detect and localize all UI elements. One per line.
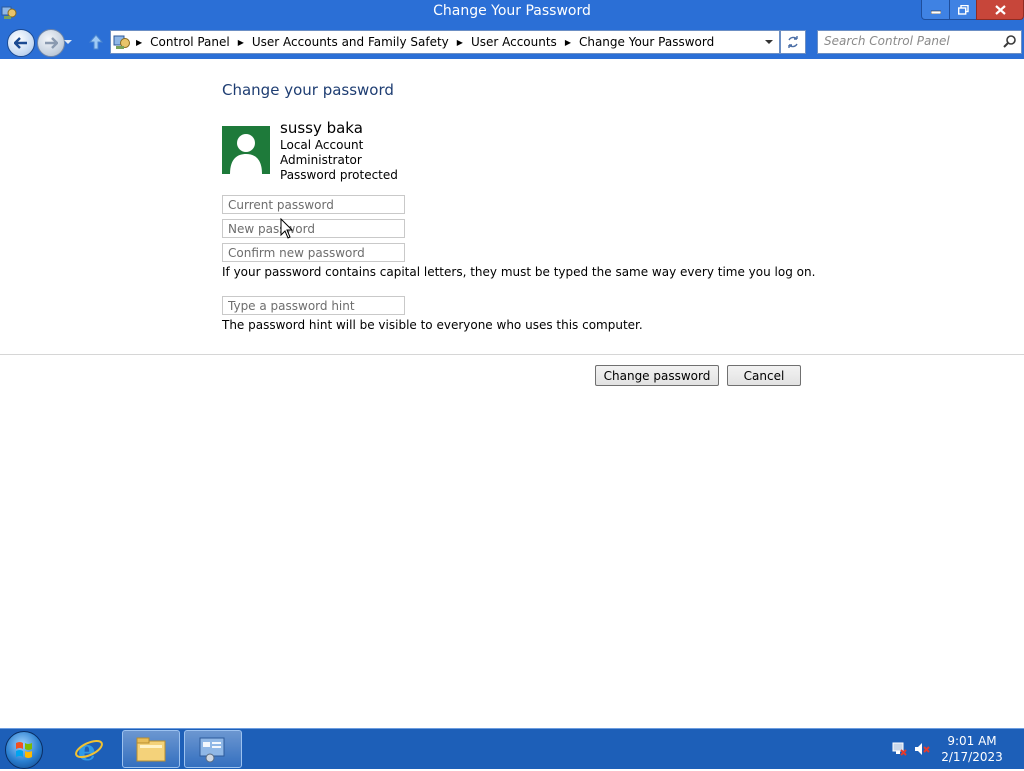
clock-time: 9:01 AM [947, 734, 997, 748]
window-title: Change Your Password [433, 3, 591, 19]
taskbar-clock[interactable]: 9:01 AM 2/17/2023 [940, 733, 1004, 765]
breadcrumb-user-accounts-family-safety[interactable]: User Accounts and Family Safety [252, 35, 449, 49]
search-icon[interactable] [1003, 34, 1017, 48]
windows-logo-icon [16, 742, 32, 758]
breadcrumb-arrow-icon[interactable]: ▶ [238, 38, 244, 47]
address-bar[interactable]: ▶ Control Panel ▶ User Accounts and Fami… [110, 30, 780, 54]
refresh-button[interactable] [780, 30, 806, 54]
forward-arrow-icon [45, 37, 58, 49]
internet-explorer-icon: e [75, 734, 103, 764]
navigation-bar: ▶ Control Panel ▶ User Accounts and Fami… [0, 25, 1024, 59]
confirm-password-field[interactable] [222, 243, 405, 262]
close-button[interactable] [976, 0, 1024, 20]
mouse-cursor-icon [280, 218, 294, 239]
minimize-button[interactable] [921, 0, 950, 20]
user-name: sussy baka [280, 119, 363, 137]
close-icon [994, 4, 1006, 15]
refresh-icon [788, 36, 798, 48]
start-button[interactable] [5, 731, 43, 769]
breadcrumb-arrow-icon[interactable]: ▶ [136, 38, 142, 47]
breadcrumb: ▶ Control Panel ▶ User Accounts and Fami… [136, 31, 722, 53]
address-dropdown-chevron-down-icon[interactable] [762, 35, 776, 49]
taskbar-control-panel[interactable] [184, 730, 242, 768]
restore-button[interactable] [949, 0, 977, 20]
clock-date: 2/17/2023 [941, 750, 1003, 764]
taskbar: e 9:01 AM 2/17/2023 [0, 728, 1024, 769]
back-arrow-icon [14, 37, 27, 49]
password-status: Password protected [280, 168, 398, 182]
breadcrumb-change-your-password[interactable]: Change Your Password [579, 35, 714, 49]
change-password-button[interactable]: Change password [595, 365, 719, 386]
page-title: Change your password [222, 81, 394, 99]
search-input[interactable] [824, 33, 994, 49]
control-panel-icon [199, 737, 225, 763]
breadcrumb-user-accounts[interactable]: User Accounts [471, 35, 557, 49]
recent-pages-chevron-down-icon[interactable] [63, 37, 73, 47]
taskbar-file-explorer[interactable] [122, 730, 180, 768]
password-hint-field[interactable] [222, 296, 405, 315]
breadcrumb-control-panel[interactable]: Control Panel [150, 35, 230, 49]
hint-visibility-note: The password hint will be visible to eve… [222, 318, 643, 332]
up-arrow-icon[interactable] [87, 33, 105, 51]
breadcrumb-arrow-icon[interactable]: ▶ [565, 38, 571, 47]
volume-muted-icon[interactable] [914, 741, 930, 757]
account-type: Local Account [280, 138, 364, 152]
file-explorer-icon [136, 737, 166, 762]
breadcrumb-arrow-icon[interactable]: ▶ [457, 38, 463, 47]
account-role: Administrator [280, 153, 362, 167]
network-icon[interactable] [891, 741, 907, 757]
current-password-field[interactable] [222, 195, 405, 214]
new-password-field[interactable] [222, 219, 405, 238]
back-button[interactable] [7, 29, 35, 57]
forward-button[interactable] [37, 29, 65, 57]
svg-text:e: e [78, 734, 96, 764]
cancel-button[interactable]: Cancel [727, 365, 801, 386]
title-bar: Change Your Password [0, 0, 1024, 25]
restore-icon [957, 4, 969, 15]
user-silhouette-icon [230, 134, 262, 174]
control-panel-icon [113, 35, 130, 49]
divider [0, 354, 1024, 355]
minimize-icon [930, 10, 941, 14]
capital-letters-note: If your password contains capital letter… [222, 265, 816, 279]
avatar [222, 126, 270, 174]
search-box[interactable] [817, 30, 1022, 54]
taskbar-internet-explorer[interactable]: e [60, 730, 118, 768]
